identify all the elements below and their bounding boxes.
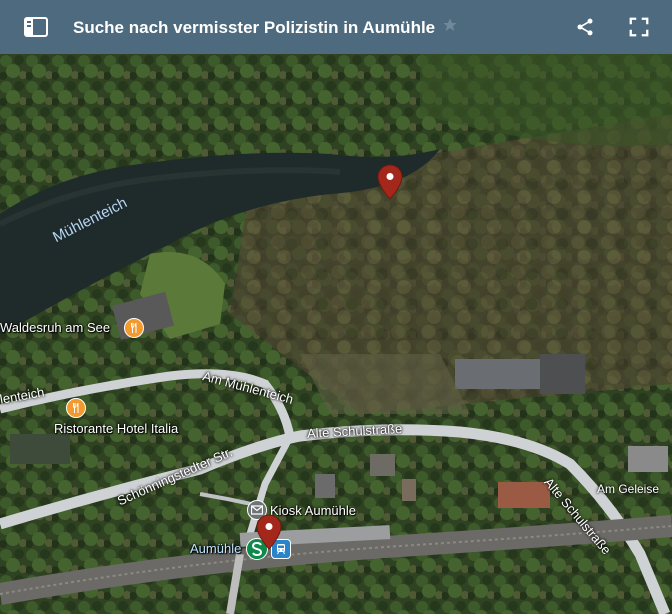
- satellite-map[interactable]: Mühlenteich Am Mühlenteich lenteich Alte…: [0, 54, 672, 614]
- fullscreen-icon[interactable]: [626, 14, 652, 40]
- location-marker-station[interactable]: [256, 514, 282, 550]
- place-label-waldesruh[interactable]: Waldesruh am See: [0, 320, 110, 335]
- share-icon[interactable]: [572, 14, 598, 40]
- place-label-kiosk[interactable]: Kiosk Aumühle: [270, 503, 356, 518]
- street-label-am-geleise: Am Geleise: [597, 482, 660, 496]
- place-label-italia[interactable]: Ristorante Hotel Italia: [54, 421, 178, 436]
- sidebar-toggle-icon[interactable]: [23, 14, 49, 40]
- location-marker-forest[interactable]: [377, 164, 403, 200]
- star-icon[interactable]: [442, 17, 458, 33]
- restaurant-icon[interactable]: [124, 318, 144, 338]
- title-bar: Suche nach vermisster Polizistin in Aumü…: [0, 0, 672, 54]
- restaurant-icon[interactable]: [66, 398, 86, 418]
- station-label[interactable]: Aumühle: [190, 541, 241, 556]
- page-title: Suche nach vermisster Polizistin in Aumü…: [73, 18, 436, 37]
